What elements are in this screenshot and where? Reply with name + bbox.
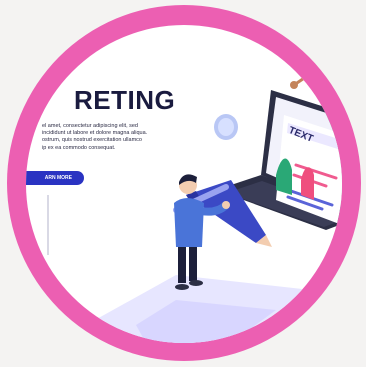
body-line: ip ex ea commodo consequat.	[42, 144, 116, 151]
illustration-canvas: RETING el amet, consectetur adipiscing e…	[0, 0, 366, 367]
dart-icon	[290, 68, 317, 89]
learn-more-button[interactable]: ARN MORE	[26, 171, 84, 185]
circle-content: RETING el amet, consectetur adipiscing e…	[26, 25, 342, 343]
decor-pill	[306, 289, 326, 297]
body-line: ostrum, quis nostrud exercitation ullamc…	[42, 137, 142, 144]
body-text: el amet, consectetur adipiscing elit, se…	[42, 123, 202, 152]
page-title: RETING	[74, 85, 176, 115]
coin-icon	[214, 114, 238, 140]
body-line: incididunt ut labore et dolore magna ali…	[42, 130, 148, 137]
body-line: el amet, consectetur adipiscing elit, se…	[42, 123, 138, 129]
